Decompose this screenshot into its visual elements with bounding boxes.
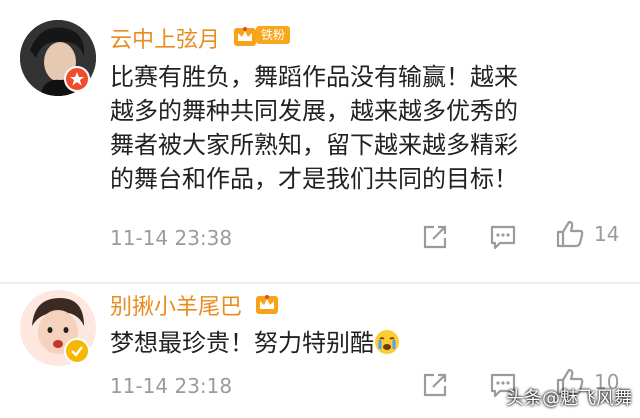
comment-item: 云中上弦月 铁粉 比赛有胜负，舞蹈作品没有输赢！越来越多的舞种共同发展，越来越多… — [0, 0, 640, 284]
fan-badge-label: 铁粉 — [256, 26, 291, 44]
crown-icon — [256, 295, 278, 314]
comment-text-content: 梦想最珍贵！努力特别酷 — [110, 329, 374, 357]
comment-timestamp: 11-14 23:18 — [110, 374, 233, 398]
fan-badge: 铁粉 — [232, 22, 291, 48]
comment-text: 梦想最珍贵！努力特别酷 — [110, 326, 590, 360]
like-button[interactable]: 14 — [554, 218, 619, 250]
watermark: 头条@魅飞风舞 — [506, 388, 632, 409]
fan-badge — [254, 290, 280, 316]
username[interactable]: 云中上弦月 — [110, 22, 220, 54]
share-icon — [423, 225, 447, 249]
share-button[interactable] — [420, 222, 450, 252]
share-button[interactable] — [420, 370, 450, 400]
comment-icon — [490, 225, 516, 250]
username[interactable]: 别揪小羊尾巴 — [110, 289, 242, 321]
thumbs-up-icon — [556, 220, 584, 248]
reply-button[interactable] — [488, 222, 518, 252]
crying-emoji-icon — [375, 330, 399, 354]
comment-timestamp: 11-14 23:38 — [110, 226, 233, 250]
avatar-verified-icon — [64, 66, 90, 92]
like-count: 14 — [594, 222, 620, 246]
share-icon — [423, 373, 447, 397]
avatar-verified-icon — [64, 338, 90, 364]
crown-icon — [234, 27, 256, 46]
comment-text: 比赛有胜负，舞蹈作品没有输赢！越来越多的舞种共同发展，越来越多优秀的舞者被大家所… — [110, 63, 518, 193]
